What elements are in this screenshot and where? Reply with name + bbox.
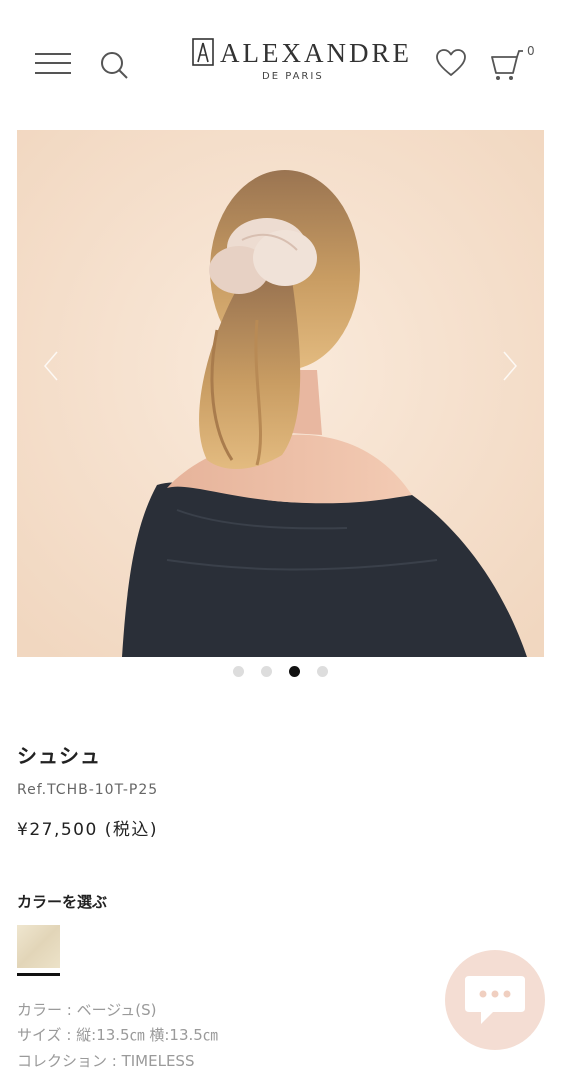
product-title: シュシュ [17, 744, 101, 768]
product-photo [17, 130, 544, 657]
color-section-label: カラーを選ぶ [17, 893, 108, 911]
product-page: ALEXANDRE DE PARIS 0 シュシュ Ref.TCHB-10T-P… [0, 0, 561, 1080]
brand-logo[interactable]: ALEXANDRE DE PARIS [192, 36, 409, 88]
chat-button[interactable] [445, 950, 545, 1050]
heart-icon[interactable] [435, 48, 467, 78]
carousel-dot[interactable] [232, 666, 244, 677]
selected-swatch-indicator [17, 973, 60, 976]
carousel-dot-active[interactable] [289, 666, 301, 677]
menu-line [35, 72, 71, 74]
cart-icon [491, 50, 523, 80]
carousel-next-arrow-icon[interactable] [498, 348, 522, 384]
color-swatch-beige[interactable] [17, 925, 60, 968]
spec-collection: コレクション : TIMELESS [17, 1052, 195, 1070]
logo-subtitle: DE PARIS [262, 71, 324, 82]
site-header: ALEXANDRE DE PARIS 0 [0, 0, 561, 128]
product-image-carousel[interactable] [17, 130, 544, 657]
carousel-dot[interactable] [317, 666, 329, 677]
cart-button[interactable]: 0 [490, 44, 538, 80]
product-price: ¥27,500 (税込) [17, 820, 158, 840]
menu-line [35, 62, 71, 64]
spec-color: カラー : ベージュ(S) [17, 1001, 157, 1019]
logo-mark-icon [192, 38, 214, 66]
product-reference: Ref.TCHB-10T-P25 [17, 782, 159, 798]
logo-name: ALEXANDRE [220, 38, 412, 68]
cart-count: 0 [527, 44, 535, 58]
spec-size: サイズ : 縦:13.5㎝ 横:13.5㎝ [17, 1026, 218, 1044]
search-icon[interactable] [98, 49, 130, 81]
menu-line [35, 53, 71, 55]
menu-icon[interactable] [35, 51, 73, 77]
carousel-prev-arrow-icon[interactable] [39, 348, 63, 384]
chat-icon [465, 976, 525, 1024]
carousel-dot[interactable] [260, 666, 272, 677]
carousel-pagination [0, 662, 561, 677]
